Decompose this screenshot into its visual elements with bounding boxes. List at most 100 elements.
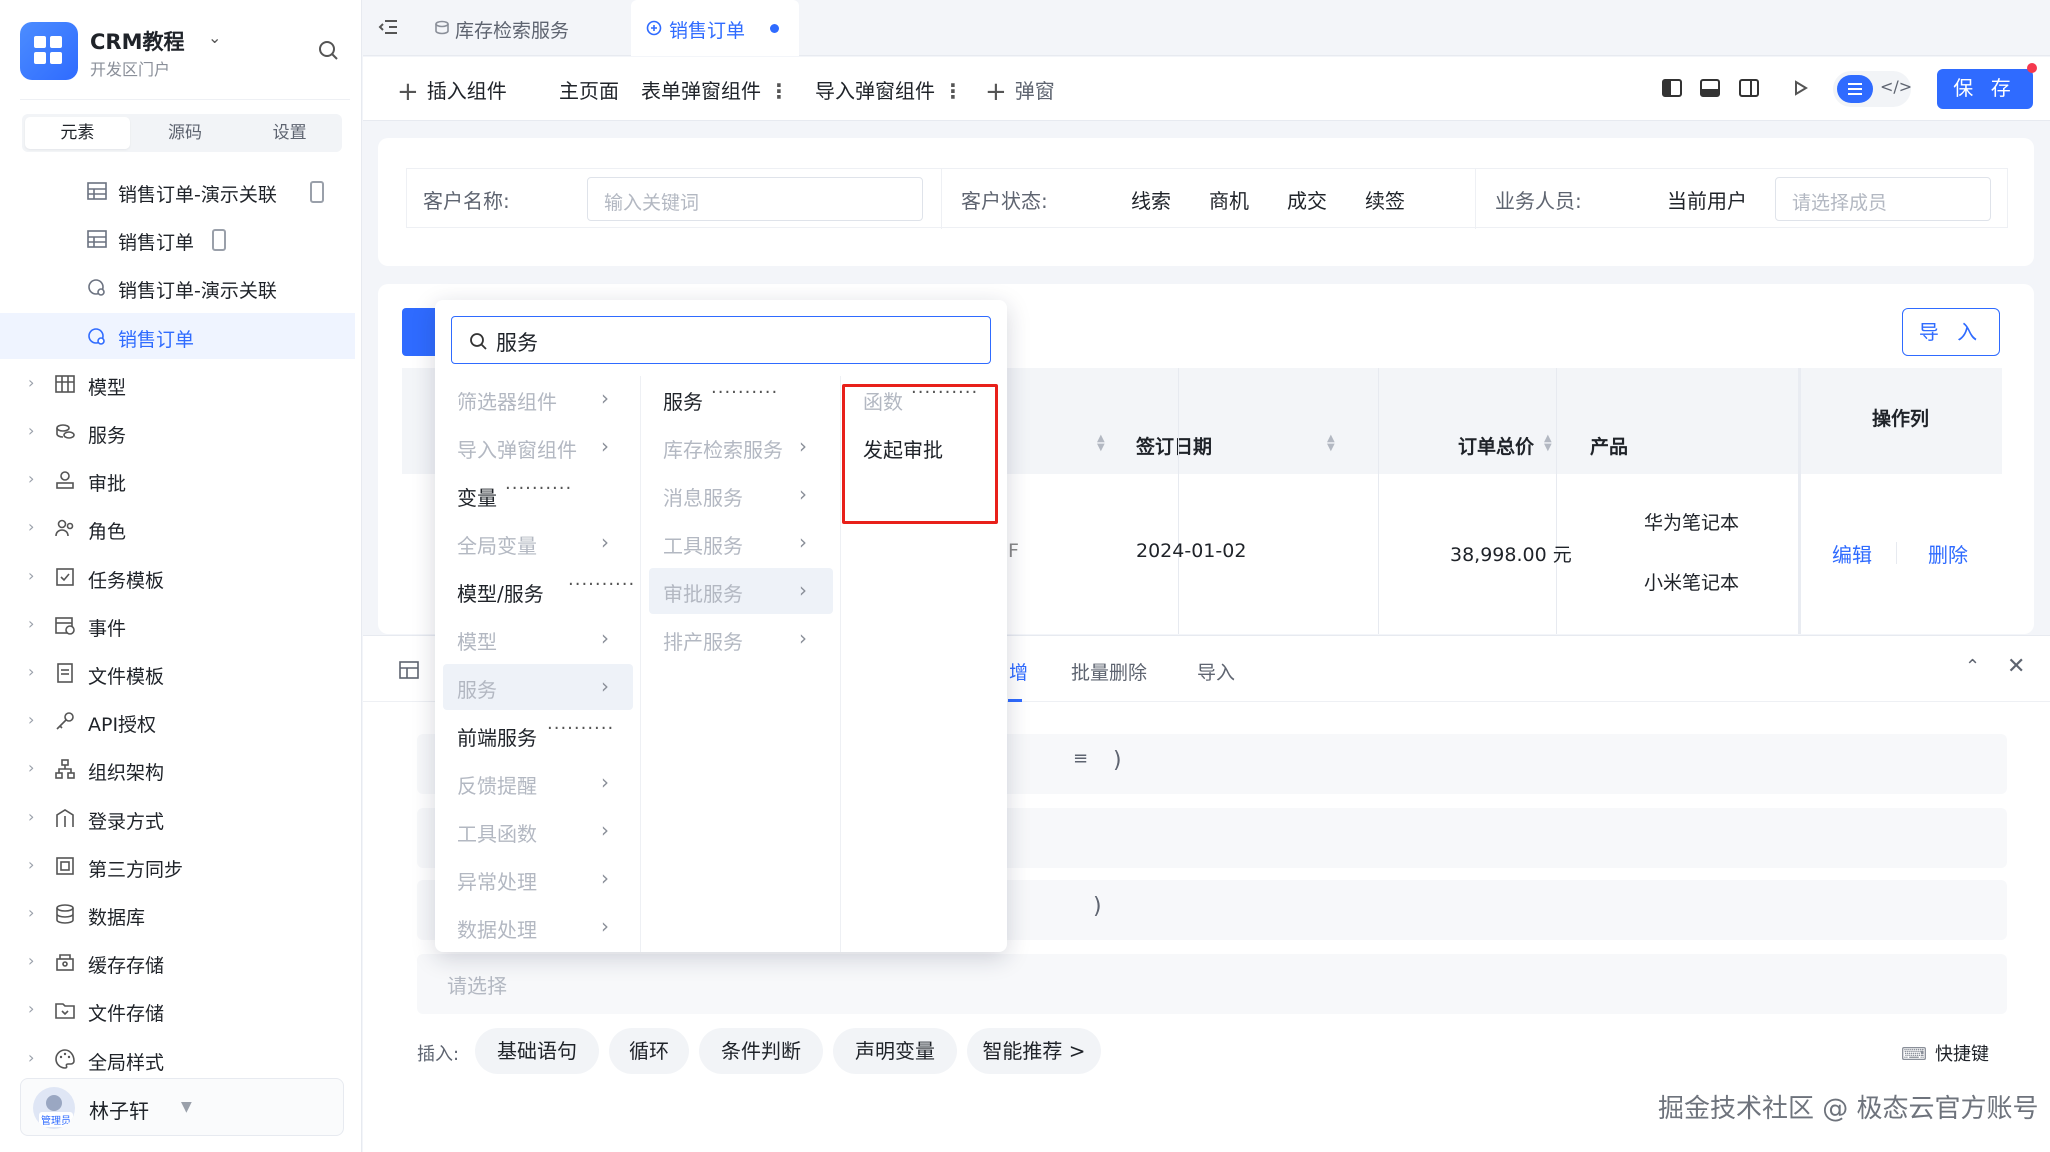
tree-item[interactable]: › 事件 <box>0 602 355 648</box>
chevron-right-icon[interactable]: › <box>28 662 42 682</box>
chevron-right-icon[interactable]: › <box>28 566 42 586</box>
tree-item[interactable]: › 模型 <box>0 361 355 407</box>
code-line-select[interactable]: 请选择 <box>417 954 2007 1014</box>
member-select[interactable]: 请选择成员 <box>1775 177 1991 221</box>
search-icon[interactable] <box>316 38 340 62</box>
chip-declare-variable[interactable]: 声明变量 <box>833 1028 957 1074</box>
layout-right-icon[interactable] <box>1738 77 1760 99</box>
tree-item[interactable]: › 文件模板 <box>0 650 355 696</box>
form-dialog-button[interactable]: 表单弹窗组件 ⋮ <box>641 75 789 104</box>
chevron-right-icon[interactable]: › <box>28 517 42 537</box>
collapse-panel-icon[interactable]: ⌃ <box>1965 656 1980 677</box>
chevron-right-icon[interactable]: › <box>28 807 42 827</box>
status-option[interactable]: 线索 <box>1131 185 1171 214</box>
layout-bottom-icon[interactable] <box>1699 77 1721 99</box>
dialog-button[interactable]: + 弹窗 <box>985 75 1055 107</box>
menu-item[interactable]: 反馈提醒 › <box>443 760 633 806</box>
collapse-sidebar-icon[interactable] <box>377 16 399 38</box>
design-code-toggle[interactable]: </> <box>1833 71 1912 107</box>
tree-item[interactable]: › 文件存储 <box>0 987 355 1033</box>
chevron-down-icon[interactable]: ⌄ <box>208 28 221 47</box>
menu-item[interactable]: 模型/服务 ·········· <box>443 568 634 614</box>
layout-left-icon[interactable] <box>1661 77 1683 99</box>
status-option[interactable]: 成交 <box>1287 185 1327 214</box>
chevron-right-icon[interactable]: › <box>28 999 42 1019</box>
menu-item[interactable]: 全局变量 › <box>443 520 633 566</box>
tree-item[interactable]: › 角色 <box>0 505 355 551</box>
sort-icon[interactable]: ▲ ▼ <box>1327 434 1339 453</box>
close-icon[interactable]: ✕ <box>2007 654 2025 679</box>
sort-icon[interactable]: ▲ ▼ <box>1097 434 1109 453</box>
code-icon[interactable]: </> <box>1880 77 1912 96</box>
insert-component-button[interactable]: + 插入组件 <box>397 75 507 107</box>
chip-basic-statement[interactable]: 基础语句 <box>475 1028 599 1074</box>
more-icon[interactable]: ⋮ <box>943 79 963 103</box>
tab-elements[interactable]: 元素 <box>25 117 130 149</box>
tree-item[interactable]: › 数据库 <box>0 891 355 937</box>
menu-item[interactable]: 服务 ·········· <box>649 376 833 422</box>
chip-smart-recommend[interactable]: 智能推荐 > <box>967 1028 1101 1074</box>
tab-inventory-service[interactable]: 库存检索服务 <box>433 0 623 56</box>
status-option[interactable]: 商机 <box>1209 185 1249 214</box>
menu-item[interactable]: 筛选器组件 › <box>443 376 633 422</box>
menu-item[interactable]: 库存检索服务 › <box>649 424 833 470</box>
tree-item[interactable]: › 缓存存储 <box>0 939 355 985</box>
main-page-button[interactable]: 主页面 <box>559 75 619 104</box>
menu-item[interactable]: 工具函数 › <box>443 808 633 854</box>
menu-item[interactable]: 审批服务 › <box>649 568 833 614</box>
tree-item[interactable]: 销售订单 <box>0 312 355 359</box>
tab-settings[interactable]: 设置 <box>237 114 342 152</box>
chevron-right-icon[interactable]: › <box>28 903 42 923</box>
status-option[interactable]: 续签 <box>1365 185 1405 214</box>
caret-down-icon[interactable]: ▼ <box>181 1099 192 1115</box>
customer-name-input[interactable]: 输入关键词 <box>587 177 923 221</box>
chevron-right-icon[interactable]: › <box>28 373 42 393</box>
chip-loop[interactable]: 循环 <box>609 1028 689 1074</box>
menu-item[interactable]: 排产服务 › <box>649 616 833 662</box>
tree-item[interactable]: › 任务模板 <box>0 554 355 600</box>
tree-item[interactable]: › 登录方式 <box>0 795 355 841</box>
chevron-right-icon[interactable]: › <box>28 421 42 441</box>
tree-item[interactable]: 销售订单 <box>0 216 355 262</box>
chevron-right-icon[interactable]: › <box>28 614 42 634</box>
tree-item[interactable]: 销售订单-演示关联 <box>0 264 355 310</box>
chevron-right-icon[interactable]: › <box>28 469 42 489</box>
menu-item[interactable]: 工具服务 › <box>649 520 833 566</box>
menu-item[interactable]: 变量 ·········· <box>443 472 633 518</box>
chevron-right-icon[interactable]: › <box>28 710 42 730</box>
tree-item[interactable]: 销售订单-演示关联 <box>0 168 355 214</box>
menu-item[interactable]: 导入弹窗组件 › <box>443 424 633 470</box>
tab-sales-order[interactable]: 销售订单 <box>631 0 799 56</box>
edit-link[interactable]: 编辑 <box>1832 539 1872 568</box>
save-button[interactable]: 保 存 <box>1937 69 2033 109</box>
tree-item[interactable]: › API授权 <box>0 698 355 744</box>
shortcut-button[interactable]: ⌨ 快捷键 <box>1901 1040 1989 1066</box>
popup-search-input[interactable]: 服务 <box>451 316 991 364</box>
current-user-option[interactable]: 当前用户 <box>1667 185 1747 214</box>
tree-item[interactable]: › 审批 <box>0 457 355 503</box>
import-button[interactable]: 导 入 <box>1902 308 2000 356</box>
menu-item[interactable]: 模型 › <box>443 616 633 662</box>
tree-item[interactable]: › 组织架构 <box>0 746 355 792</box>
import-dialog-button[interactable]: 导入弹窗组件 ⋮ <box>815 75 963 104</box>
chevron-right-icon[interactable]: › <box>28 758 42 778</box>
tab-import[interactable]: 导入 <box>1197 658 1235 685</box>
more-icon[interactable]: ⋮ <box>769 79 789 103</box>
sliders-icon[interactable] <box>1837 75 1873 103</box>
chip-condition[interactable]: 条件判断 <box>699 1028 823 1074</box>
menu-item[interactable]: 异常处理 › <box>443 856 633 902</box>
delete-link[interactable]: 删除 <box>1928 539 1968 568</box>
tab-source[interactable]: 源码 <box>133 114 238 152</box>
chevron-right-icon[interactable]: › <box>28 1048 42 1068</box>
menu-item[interactable]: 数据处理 › <box>443 904 633 950</box>
menu-item[interactable]: 服务 › <box>443 664 633 710</box>
tree-item[interactable]: › 全局样式 <box>0 1036 355 1082</box>
menu-item[interactable]: 消息服务 › <box>649 472 833 518</box>
app-brand[interactable]: CRM教程 ⌄ 开发区门户 <box>20 20 350 100</box>
play-icon[interactable] <box>1789 77 1811 99</box>
chevron-right-icon[interactable]: › <box>28 951 42 971</box>
sort-icon[interactable]: ▲ ▼ <box>1544 434 1556 453</box>
tree-item[interactable]: › 第三方同步 <box>0 843 355 889</box>
tab-add-event[interactable]: 增 <box>1009 658 1028 685</box>
tab-batch-delete[interactable]: 批量删除 <box>1071 658 1147 685</box>
